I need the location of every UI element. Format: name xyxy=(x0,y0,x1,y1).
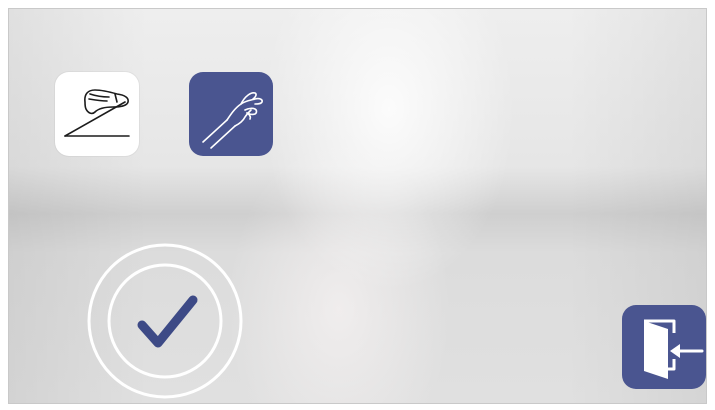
confirm-button[interactable] xyxy=(86,242,244,400)
exit-door-icon xyxy=(644,319,704,379)
checkmark-icon xyxy=(87,243,243,399)
hand-icon xyxy=(202,92,263,149)
foot-pedal-icon xyxy=(64,89,130,137)
foot-pedal-mode-button[interactable] xyxy=(55,72,139,156)
hand-mode-button[interactable] xyxy=(189,72,273,156)
exit-button[interactable] xyxy=(622,305,706,389)
control-screen xyxy=(8,8,707,404)
